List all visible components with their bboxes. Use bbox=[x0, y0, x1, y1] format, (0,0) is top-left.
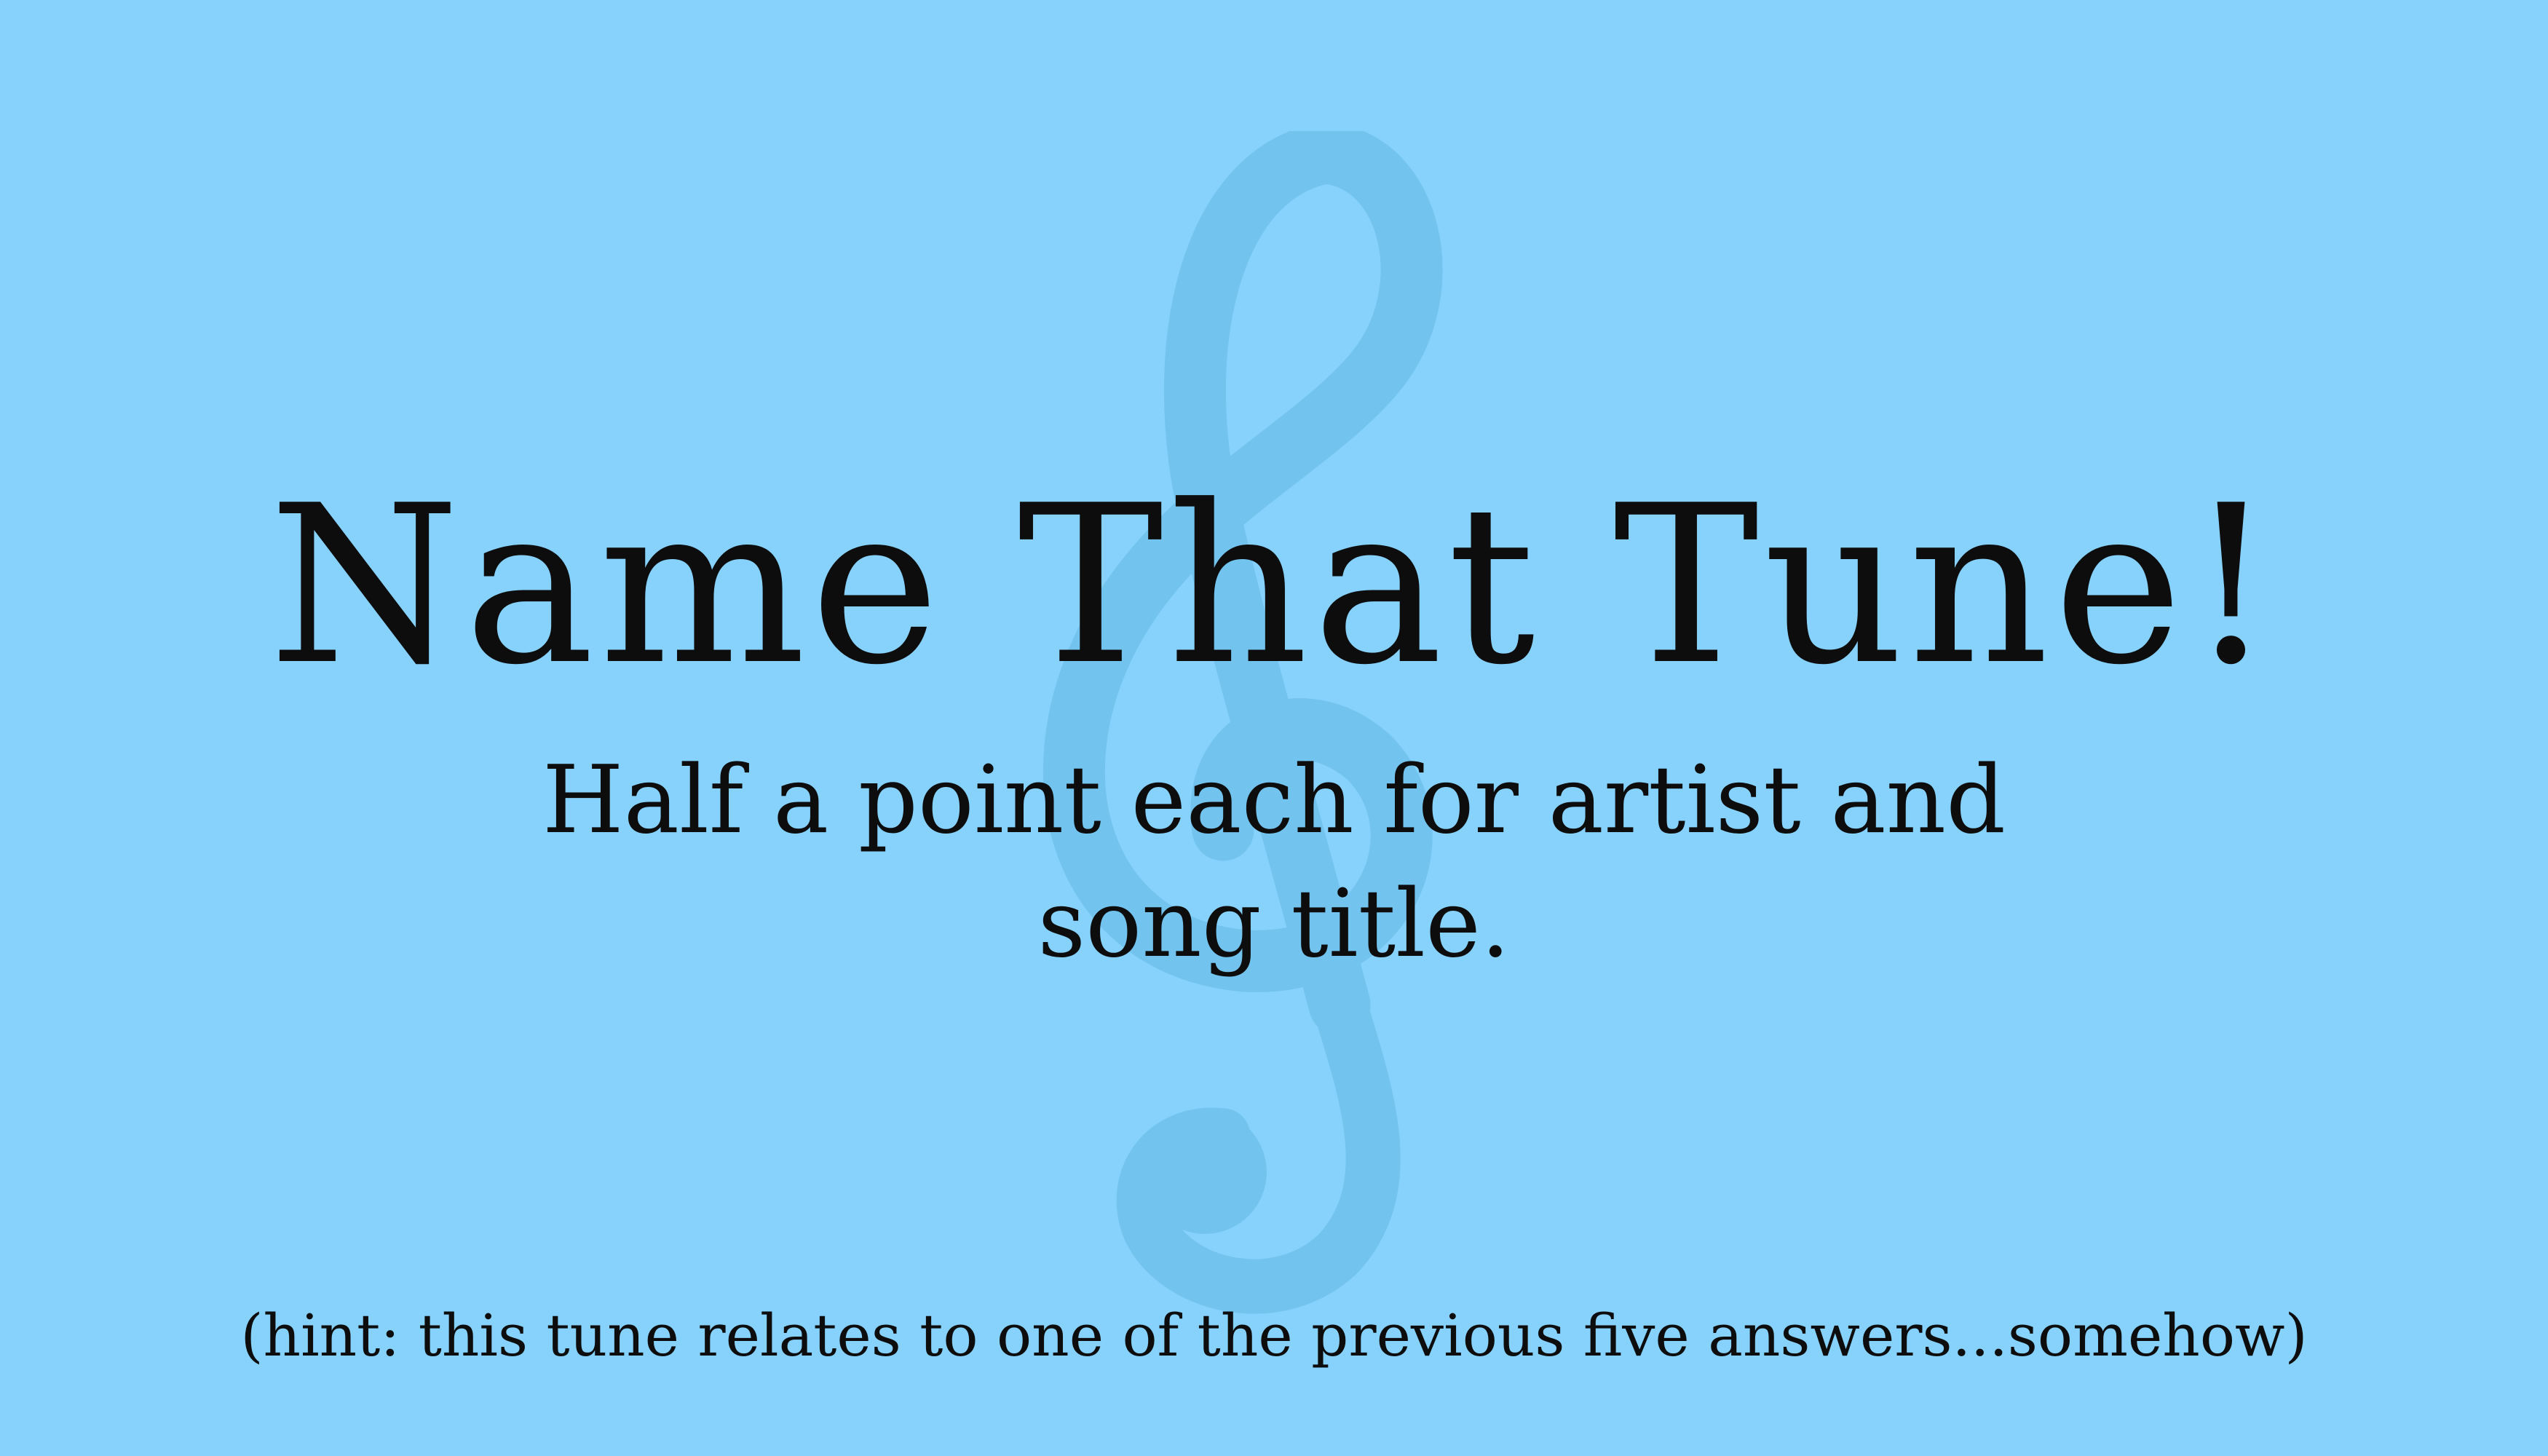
subtitle-line-2: song title. bbox=[1037, 870, 1511, 978]
hint-text: (hint: this tune relates to one of the p… bbox=[240, 1302, 2308, 1369]
slide-subtitle: Half a point each for artist and song ti… bbox=[0, 739, 2548, 986]
slide: Name That Tune! Half a point each for ar… bbox=[0, 0, 2548, 1456]
slide-title: Name That Tune! bbox=[269, 459, 2279, 713]
treble-clef-icon bbox=[1042, 131, 1443, 1314]
subtitle-line-1: Half a point each for artist and bbox=[542, 746, 2006, 855]
